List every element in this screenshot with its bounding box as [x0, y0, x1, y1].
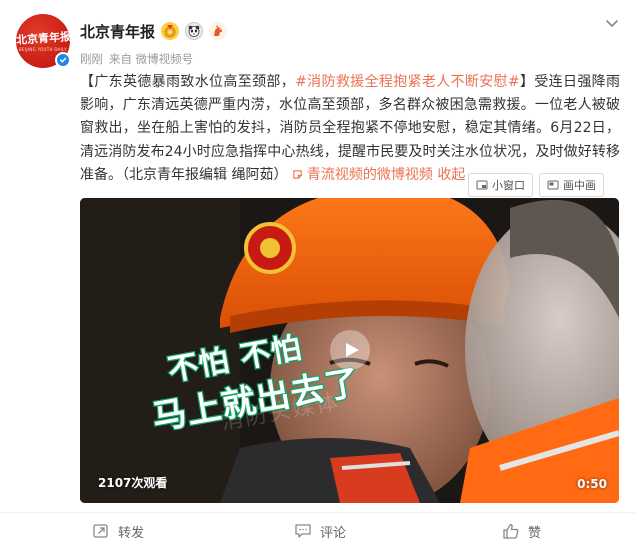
video-duration: 0:50 [577, 477, 607, 491]
small-window-button[interactable]: 小窗口 [468, 173, 533, 197]
video-tools: 小窗口 画中画 [468, 173, 604, 197]
play-icon [345, 343, 359, 357]
post-meta: 刚刚 来自 微博视频号 [80, 51, 193, 67]
post-time[interactable]: 刚刚 [80, 51, 103, 67]
link-icon [293, 170, 302, 179]
play-button[interactable] [330, 330, 370, 370]
picture-in-picture-icon [547, 180, 559, 190]
post-text: 【广东英德暴雨致水位高至颈部，#消防救援全程抱紧老人不断安慰#】受连日强降雨影响… [80, 71, 620, 187]
action-bar: 转发 评论 赞 [0, 518, 635, 544]
picture-in-picture-button[interactable]: 画中画 [539, 173, 604, 197]
forward-icon [93, 524, 108, 538]
author-row: 北京青年报 [80, 20, 228, 42]
collapse-link[interactable]: 收起 [437, 167, 465, 183]
panda-badge-icon[interactable] [185, 22, 204, 40]
avatar-logo-text: 北京青年报 [16, 30, 70, 47]
small-window-icon [476, 180, 488, 190]
hashtag-link[interactable]: #消防救援全程抱紧老人不断安慰# [295, 74, 520, 90]
avatar-logo-subtext: BEIJING YOUTH DAILY [19, 47, 67, 52]
small-window-label: 小窗口 [492, 179, 525, 192]
forward-button[interactable]: 转发 [92, 518, 144, 544]
horse-badge-icon[interactable] [209, 22, 228, 40]
like-label: 赞 [528, 525, 542, 541]
gold-medal-icon[interactable] [161, 22, 180, 40]
chevron-down-icon[interactable] [603, 14, 621, 32]
comment-icon [295, 524, 311, 538]
like-button[interactable]: 赞 [502, 518, 541, 544]
thumbs-up-icon [503, 523, 519, 539]
divider [0, 512, 635, 513]
picture-in-picture-label: 画中画 [563, 179, 596, 192]
comment-button[interactable]: 评论 [294, 518, 346, 544]
view-count: 2107次观看 [98, 476, 168, 490]
video-source-link-label: 青流视频的微博视频 [306, 166, 433, 183]
forward-label: 转发 [118, 525, 145, 541]
comment-label: 评论 [320, 525, 347, 541]
verified-icon [55, 52, 71, 68]
video-source-link[interactable]: 青流视频的微博视频 [292, 167, 433, 183]
video-player[interactable]: 消防头媒体 不怕 不怕 马上就出去了 2107次观看 0:50 [80, 198, 619, 503]
author-name[interactable]: 北京青年报 [80, 21, 155, 42]
post-text-lead: 【广东英德暴雨致水位高至颈部， [80, 74, 296, 90]
post-source[interactable]: 来自 微博视频号 [109, 51, 193, 67]
